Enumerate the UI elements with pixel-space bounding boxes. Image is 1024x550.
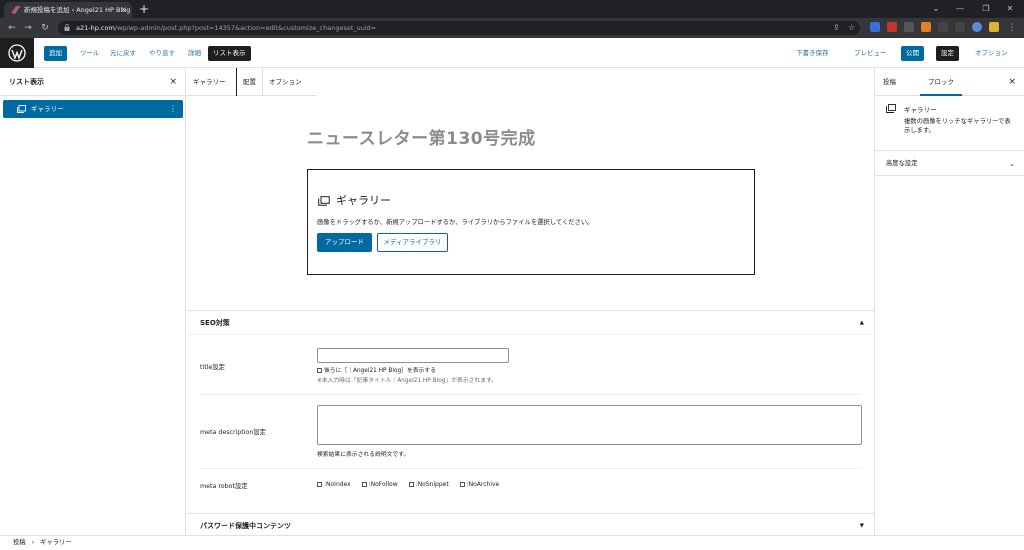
forward-icon[interactable]: → xyxy=(21,21,35,35)
settings-sidebar: 投稿 ブロック × ギャラリー 複数の画像をリッチなギャラリーで表示します。 高… xyxy=(874,68,1024,535)
breadcrumb-current[interactable]: ギャラリー xyxy=(40,539,71,546)
profile-avatar[interactable] xyxy=(972,22,982,32)
meta-description-help: 検索結果に表示される説明文です。 xyxy=(317,452,410,458)
browser-address-bar: ← → ↻ a21-hp.com/wp/wp-admin/post.php?po… xyxy=(0,18,1024,38)
new-tab-button[interactable]: + xyxy=(139,1,149,17)
block-options-button[interactable]: オプション xyxy=(263,68,308,96)
url-path: /wp/wp-admin/post.php?post=14357&action=… xyxy=(114,24,377,32)
gallery-icon xyxy=(886,104,896,113)
site-favicon-icon xyxy=(11,6,20,14)
media-library-button[interactable]: メディアライブラリ xyxy=(377,233,448,252)
append-sitename-checkbox[interactable] xyxy=(317,368,322,373)
close-window-icon[interactable]: ✕ xyxy=(996,0,1024,18)
advanced-settings-toggle[interactable]: 高度な設定 ⌄ xyxy=(875,150,1024,176)
browser-tab-title: 新規投稿を追加 ‹ Angel21 HP Blog xyxy=(24,6,131,14)
close-tab-icon[interactable]: × xyxy=(120,2,127,18)
add-block-button[interactable]: 追加 xyxy=(44,46,67,61)
reading-list-icon[interactable] xyxy=(955,22,965,32)
chevron-down-icon: ⌄ xyxy=(1009,160,1015,168)
publish-button[interactable]: 公開 xyxy=(901,46,924,61)
browser-menu-icon[interactable]: ⋮ xyxy=(1005,21,1019,35)
gallery-title: ギャラリー xyxy=(336,194,391,207)
undo-button[interactable]: 元に戻す xyxy=(105,46,141,61)
meta-description-label: meta description設定 xyxy=(200,429,266,436)
tools-button[interactable]: ツール xyxy=(75,46,105,61)
redo-button[interactable]: やり直す xyxy=(144,46,180,61)
noindex-checkbox[interactable] xyxy=(317,482,322,487)
nosnippet-checkbox[interactable] xyxy=(408,482,414,487)
gallery-instructions: 画像をドラッグするか、新規アップロードするか、ライブラリからファイルを選択してく… xyxy=(317,219,594,226)
more-options-icon[interactable]: ⋮ xyxy=(169,100,177,118)
preview-button[interactable]: プレビュー xyxy=(849,46,892,61)
breadcrumb-separator: › xyxy=(31,539,35,546)
extension-icon[interactable] xyxy=(921,22,931,32)
lock-icon xyxy=(64,24,70,31)
list-item-label: ギャラリー xyxy=(31,105,64,113)
title-setting-note: ※未入力時は「記事タイトル｜Angel21 HP Blog」が表示されます。 xyxy=(317,378,498,384)
save-draft-button[interactable]: 下書き保存 xyxy=(791,46,834,61)
details-button[interactable]: 詳細 xyxy=(183,46,206,61)
seo-metabox: SEO対策 ▲ title設定 後ろに［｜Angel21 HP Blog］を表示… xyxy=(187,310,874,535)
title-setting-label: title設定 xyxy=(200,364,225,371)
wordpress-logo-icon[interactable] xyxy=(0,38,34,68)
extension-icon[interactable] xyxy=(887,22,897,32)
options-button[interactable]: オプション xyxy=(970,46,1013,61)
close-sidebar-icon[interactable]: × xyxy=(1008,68,1016,96)
list-item[interactable]: ギャラリー ⋮ xyxy=(3,100,183,118)
extension-icon[interactable] xyxy=(904,22,914,32)
append-sitename-label: 後ろに［｜Angel21 HP Blog］を表示する xyxy=(324,368,436,374)
extension-icon[interactable] xyxy=(870,22,880,32)
noarchive-checkbox[interactable] xyxy=(459,482,465,487)
extension-icon[interactable] xyxy=(989,22,999,32)
breadcrumb: 投稿 › ギャラリー xyxy=(0,535,1024,550)
post-title[interactable]: ニュースレター第130号完成 xyxy=(307,124,536,149)
breadcrumb-root[interactable]: 投稿 xyxy=(13,539,26,546)
block-type-button[interactable]: ギャラリー xyxy=(187,68,232,96)
gallery-icon xyxy=(318,196,330,206)
nofollow-checkbox[interactable] xyxy=(361,482,367,487)
browser-tab-bar: 新規投稿を追加 ‹ Angel21 HP Blog × + ⌄ — ❐ ✕ xyxy=(0,0,1024,18)
back-icon[interactable]: ← xyxy=(5,21,19,35)
block-card: ギャラリー 複数の画像をリッチなギャラリーで表示します。 xyxy=(886,104,1011,134)
password-metabox-header[interactable]: パスワード保護中コンテンツ ▼ xyxy=(187,513,874,537)
close-list-view-icon[interactable]: × xyxy=(169,68,177,96)
upload-button[interactable]: アップロード xyxy=(317,233,372,252)
editor-toolbar: 追加 ツール 元に戻す やり直す 詳細 リスト表示 下書き保存 プレビュー 公開… xyxy=(0,38,1024,68)
seo-title-input[interactable] xyxy=(317,348,509,363)
block-card-description: 複数の画像をリッチなギャラリーで表示します。 xyxy=(904,118,1011,134)
seo-metabox-header[interactable]: SEO対策 ▲ xyxy=(187,311,874,335)
gallery-icon xyxy=(17,105,26,113)
settings-button[interactable]: 設定 xyxy=(936,46,959,61)
minimize-window-icon[interactable]: — xyxy=(946,0,974,18)
bookmark-star-icon[interactable]: ☆ xyxy=(848,23,855,33)
align-button[interactable]: 配置 xyxy=(237,68,262,96)
url-domain: a21-hp.com xyxy=(76,24,115,32)
seo-metabox-title: SEO対策 xyxy=(200,319,230,327)
tab-post[interactable]: 投稿 xyxy=(875,68,904,96)
meta-robot-label: meta robot設定 xyxy=(200,483,248,490)
meta-robot-options: :NoIndex :NoFollow :NoSnippet :NoArchive xyxy=(317,481,508,488)
puzzle-icon[interactable] xyxy=(938,22,948,32)
browser-tab[interactable]: 新規投稿を追加 ‹ Angel21 HP Blog × xyxy=(4,2,132,18)
list-view-panel: リスト表示 × ギャラリー ⋮ xyxy=(0,68,186,535)
editor-canvas: ニュースレター第130号完成 ギャラリー 画像をドラッグするか、新規アップロード… xyxy=(187,96,874,310)
list-view-title: リスト表示 xyxy=(9,78,44,86)
tab-block[interactable]: ブロック xyxy=(920,68,962,96)
collapse-icon[interactable]: ▲ xyxy=(860,311,864,335)
advanced-settings-label: 高度な設定 xyxy=(886,160,918,167)
share-icon[interactable]: ⇪ xyxy=(833,23,840,33)
url-input[interactable]: a21-hp.com/wp/wp-admin/post.php?post=143… xyxy=(58,21,860,35)
block-toolbar: ギャラリー 配置 オプション xyxy=(187,68,317,96)
list-view-button[interactable]: リスト表示 xyxy=(208,46,251,61)
gallery-placeholder[interactable]: ギャラリー 画像をドラッグするか、新規アップロードするか、ライブラリからファイル… xyxy=(307,169,755,275)
reload-icon[interactable]: ↻ xyxy=(38,21,52,35)
block-card-title: ギャラリー xyxy=(904,106,937,114)
meta-description-textarea[interactable] xyxy=(317,405,862,445)
